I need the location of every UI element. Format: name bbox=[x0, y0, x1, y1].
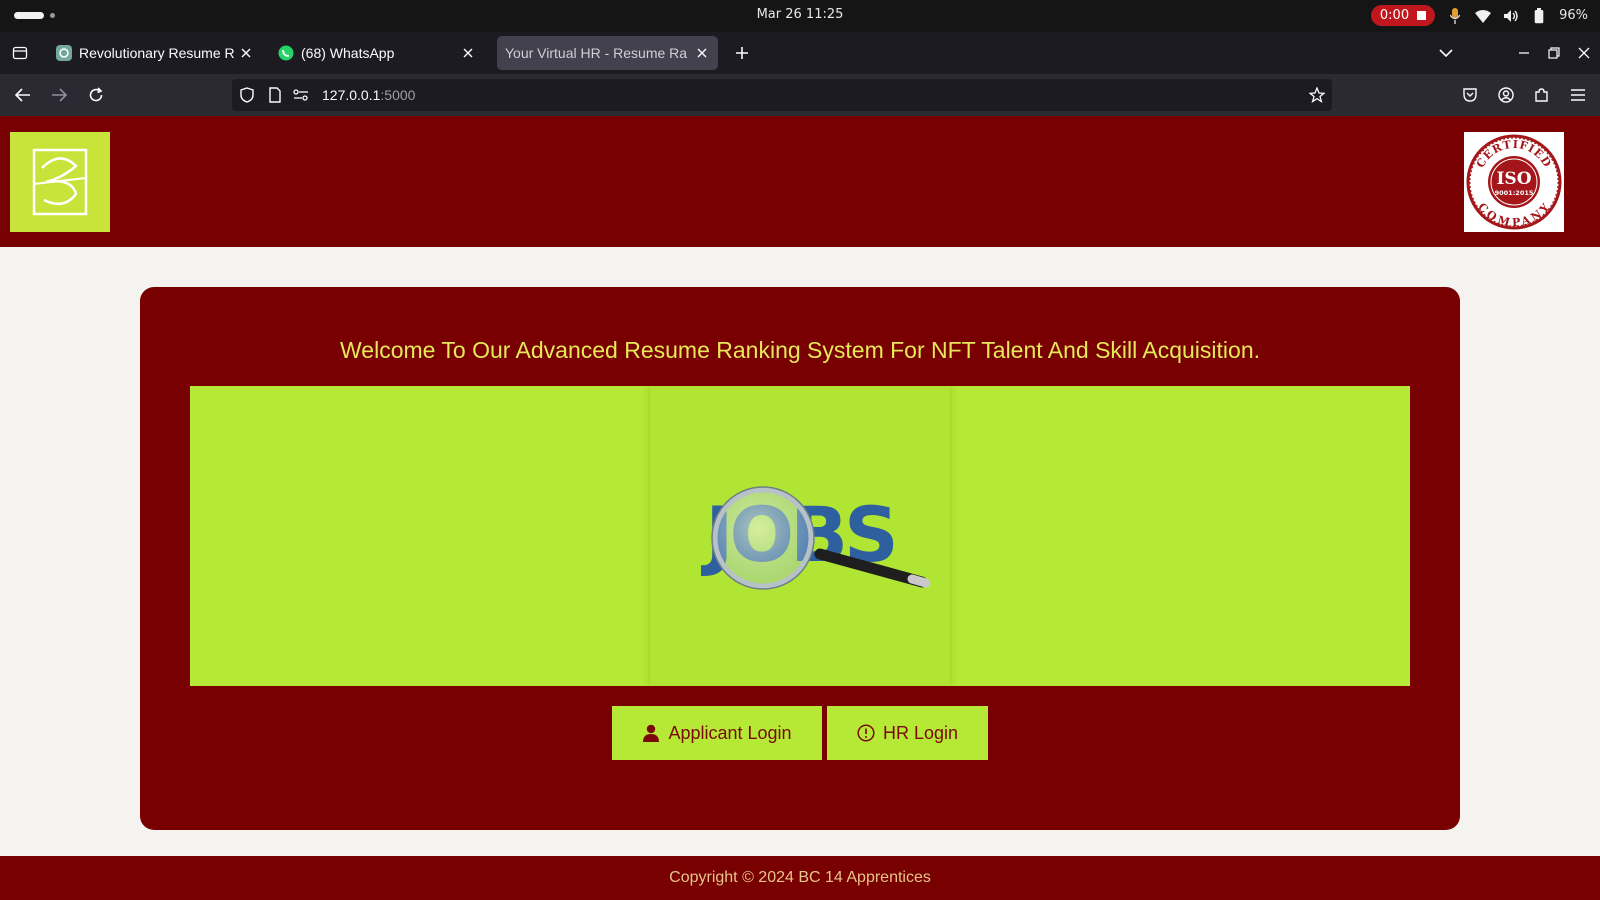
hr-login-label: HR Login bbox=[882, 722, 959, 743]
close-tab-icon[interactable] bbox=[460, 45, 476, 61]
page-icon[interactable] bbox=[266, 86, 284, 104]
close-icon bbox=[1578, 47, 1590, 59]
extensions-button[interactable] bbox=[1530, 83, 1554, 107]
tab-title: Revolutionary Resume Ra bbox=[79, 45, 234, 61]
jobs-magnifier-illustration: JOBS bbox=[700, 486, 931, 590]
toolbar-right bbox=[1458, 83, 1590, 107]
arrow-right-icon bbox=[52, 88, 67, 102]
back-button[interactable] bbox=[11, 83, 35, 107]
site-header: CERTIFIED COMPANY ISO 9001:2015 bbox=[0, 116, 1600, 247]
recording-time: 0:00 bbox=[1379, 8, 1410, 23]
iso-certified-badge: CERTIFIED COMPANY ISO 9001:2015 bbox=[1464, 132, 1564, 232]
close-tab-icon[interactable] bbox=[238, 45, 254, 61]
url-port: :5000 bbox=[380, 87, 416, 103]
browser-nav-bar: 127.0.0.1:5000 bbox=[0, 74, 1600, 116]
arrow-left-icon bbox=[15, 88, 30, 102]
site-footer: Copyright © 2024 BC 14 Apprentices bbox=[0, 856, 1600, 900]
forward-button[interactable] bbox=[47, 83, 71, 107]
shield-icon[interactable] bbox=[238, 86, 256, 104]
pocket-icon bbox=[1463, 88, 1477, 102]
plus-icon bbox=[736, 47, 748, 59]
welcome-heading: Welcome To Our Advanced Resume Ranking S… bbox=[340, 337, 1260, 363]
user-icon bbox=[643, 724, 660, 742]
os-clock[interactable]: Mar 26 11:25 bbox=[0, 7, 1600, 22]
hr-login-button[interactable]: HR Login bbox=[827, 706, 988, 760]
login-buttons: Applicant Login HR Login bbox=[140, 706, 1460, 760]
tab-virtual-hr[interactable]: Your Virtual HR - Resume Ra bbox=[497, 36, 718, 70]
iso-num-text: 9001:2015 bbox=[1495, 189, 1534, 197]
window-controls bbox=[1516, 41, 1592, 65]
permissions-icon[interactable] bbox=[292, 86, 310, 104]
restore-button[interactable] bbox=[1546, 41, 1562, 65]
applicant-login-label: Applicant Login bbox=[668, 722, 792, 743]
battery-percent: 96% bbox=[1559, 8, 1588, 23]
whatsapp-icon bbox=[278, 45, 294, 61]
close-window-button[interactable] bbox=[1576, 41, 1592, 65]
iso-mid-text: ISO bbox=[1496, 169, 1531, 189]
tab-title: Your Virtual HR - Resume Ra bbox=[505, 45, 688, 61]
url-host: 127.0.0.1 bbox=[322, 87, 381, 103]
jobs-banner-image: JOBS bbox=[650, 386, 950, 686]
puzzle-icon bbox=[1535, 88, 1548, 102]
applicant-login-button[interactable]: Applicant Login bbox=[612, 706, 822, 760]
wifi-icon bbox=[1475, 7, 1492, 25]
pocket-button[interactable] bbox=[1458, 83, 1482, 107]
tab-whatsapp[interactable]: (68) WhatsApp bbox=[270, 36, 484, 70]
url-text[interactable]: 127.0.0.1:5000 bbox=[322, 87, 415, 103]
menu-button[interactable] bbox=[1566, 83, 1590, 107]
tab-list-icon bbox=[12, 46, 28, 60]
minimize-button[interactable] bbox=[1516, 41, 1532, 65]
address-bar[interactable]: 127.0.0.1:5000 bbox=[232, 79, 1332, 111]
brand-logo-icon bbox=[32, 148, 88, 216]
list-all-tabs-button[interactable] bbox=[1436, 41, 1456, 65]
account-icon bbox=[1498, 87, 1514, 103]
tab-title: (68) WhatsApp bbox=[301, 45, 395, 61]
iso-seal-icon: CERTIFIED COMPANY ISO 9001:2015 bbox=[1466, 134, 1562, 230]
microphone-icon bbox=[1447, 7, 1463, 25]
chatgpt-icon bbox=[56, 45, 72, 61]
system-tray[interactable]: 0:00 96% bbox=[1370, 5, 1588, 26]
restore-icon bbox=[1548, 47, 1560, 59]
bookmark-star-icon[interactable] bbox=[1308, 86, 1326, 104]
reload-button[interactable] bbox=[84, 83, 108, 107]
minimize-icon bbox=[1519, 52, 1529, 54]
tab-revolutionary-resume[interactable]: Revolutionary Resume Ra bbox=[48, 36, 262, 70]
jobs-banner: JOBS bbox=[190, 386, 1410, 686]
stop-icon bbox=[1417, 11, 1427, 20]
close-tab-icon[interactable] bbox=[694, 45, 710, 61]
os-top-bar: Mar 26 11:25 0:00 96% bbox=[0, 0, 1600, 32]
volume-icon bbox=[1503, 7, 1519, 25]
new-tab-button[interactable] bbox=[730, 41, 754, 65]
main-card: Welcome To Our Advanced Resume Ranking S… bbox=[140, 287, 1460, 830]
tab-list-button[interactable] bbox=[8, 41, 32, 65]
account-button[interactable] bbox=[1494, 83, 1518, 107]
reload-icon bbox=[89, 87, 103, 102]
alert-circle-icon bbox=[857, 724, 875, 742]
screen-recording-indicator[interactable]: 0:00 bbox=[1370, 5, 1436, 26]
site-logo[interactable] bbox=[10, 132, 110, 232]
chevron-down-icon bbox=[1439, 49, 1453, 58]
hamburger-icon bbox=[1571, 89, 1585, 101]
browser-tab-bar: Revolutionary Resume Ra (68) WhatsApp Yo… bbox=[0, 32, 1600, 74]
battery-icon bbox=[1531, 7, 1547, 25]
